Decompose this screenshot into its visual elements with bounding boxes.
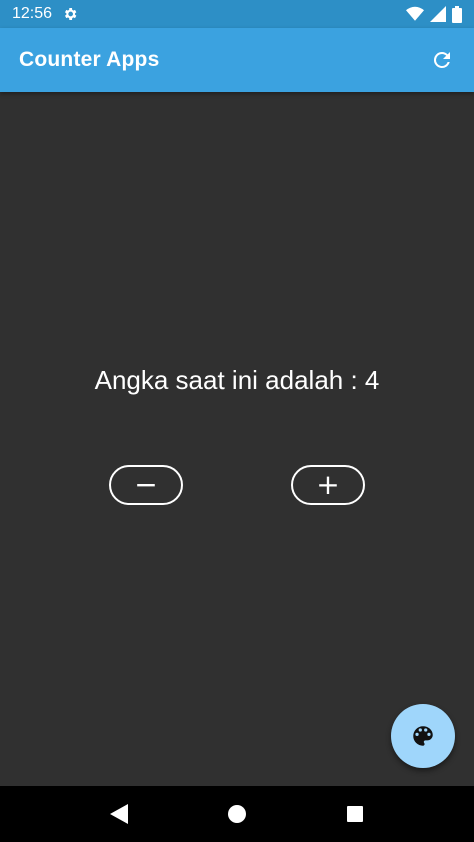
wifi-icon xyxy=(406,6,424,22)
refresh-icon xyxy=(433,51,450,68)
recents-button[interactable] xyxy=(335,794,375,834)
home-button[interactable] xyxy=(217,794,257,834)
app-title: Counter Apps xyxy=(19,48,160,71)
increment-button[interactable]: + xyxy=(291,465,365,505)
palette-icon xyxy=(413,726,433,746)
signal-icon xyxy=(430,6,446,22)
counter-label: Angka saat ini adalah : 4 xyxy=(94,365,380,395)
recents-icon xyxy=(347,806,363,822)
status-time: 12:56 xyxy=(12,5,53,22)
decrement-button[interactable]: − xyxy=(109,465,183,505)
theme-fab-button[interactable] xyxy=(391,704,455,768)
back-icon xyxy=(110,804,128,824)
refresh-button[interactable] xyxy=(428,46,456,74)
status-bar: 12:56 xyxy=(0,0,474,28)
system-nav-bar xyxy=(0,786,474,842)
back-button[interactable] xyxy=(99,794,139,834)
status-icons xyxy=(406,5,462,23)
app-bar: Counter Apps xyxy=(0,28,474,92)
gear-icon xyxy=(62,6,78,22)
main-content: Angka saat ini adalah : 4 − + xyxy=(0,92,474,786)
battery-icon xyxy=(452,5,462,23)
home-icon xyxy=(228,805,246,823)
